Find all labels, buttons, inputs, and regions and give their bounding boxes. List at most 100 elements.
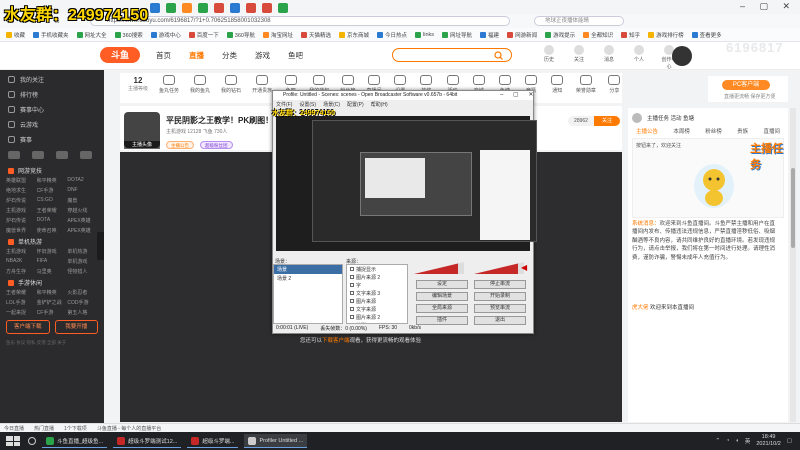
taskbar-app[interactable]: 超级斗罗端... xyxy=(187,434,239,448)
bookmark-item[interactable]: 游戏中心 xyxy=(150,31,181,39)
browser-tab-8[interactable] xyxy=(278,3,288,13)
pc-client-button[interactable]: PC客户端 xyxy=(722,80,770,90)
bookmark-item[interactable]: 网址导航 xyxy=(442,31,472,39)
bookmark-item[interactable]: 全都知识 xyxy=(583,31,613,39)
source-checkbox[interactable] xyxy=(350,291,354,295)
sidebar-section-title[interactable]: 单机热游 xyxy=(0,234,104,248)
bookmark-item[interactable]: links xyxy=(415,31,434,38)
browser-tab-2[interactable] xyxy=(182,3,192,13)
sidebar-item[interactable]: 赛事中心 xyxy=(0,102,104,117)
obs-menu-item[interactable]: 设置(S) xyxy=(299,101,316,108)
obs-button[interactable]: 全局来源 xyxy=(416,304,468,313)
bookmark-item[interactable]: 百度一下 xyxy=(188,31,219,39)
source-item[interactable]: 捕捉显示 xyxy=(347,265,407,273)
clock[interactable]: 18:49 2021/10/2 xyxy=(756,434,780,448)
scene-item[interactable]: 场景 2 xyxy=(274,274,342,283)
sidebar-category-link[interactable]: DOTA2 xyxy=(67,177,98,184)
header-icon-item[interactable]: 消息 xyxy=(600,45,618,70)
source-item[interactable]: 检测 xyxy=(347,321,407,324)
sidebar-category-link[interactable]: 第五人格 xyxy=(67,309,98,316)
sidebar-category-link[interactable]: 主机游戏 xyxy=(6,207,37,214)
bookmark-item[interactable]: 游戏排行榜 xyxy=(648,31,684,39)
source-item[interactable]: 图片来源 2 xyxy=(347,273,407,281)
sidebar-category-link[interactable]: 魔兽世界 xyxy=(6,227,37,234)
sidebar-category-link[interactable]: 一起来捉 xyxy=(6,309,37,316)
toolbar-item[interactable]: 开通贵族 xyxy=(252,73,272,94)
page-scrollbar[interactable] xyxy=(790,108,796,422)
sidebar-category-link[interactable]: 英雄联盟 xyxy=(6,177,37,184)
browser-tab-0[interactable] xyxy=(150,3,160,13)
bookmark-item[interactable]: 天猫精选 xyxy=(300,31,331,39)
sidebar-category-link[interactable]: 魔兽 xyxy=(67,197,98,204)
sidebar-category-link[interactable]: 怪物猎人 xyxy=(67,268,98,275)
browser-search-field[interactable]: 地球正夜播体能睛 xyxy=(534,16,624,26)
nav-item[interactable]: 首页 xyxy=(156,50,171,61)
toolbar-item[interactable]: 我的鱼丸 xyxy=(190,73,210,94)
sidebar-category-link[interactable]: 火影忍者 xyxy=(67,289,98,296)
sidebar-category-link[interactable]: APEX英雄 xyxy=(67,217,98,224)
sidebar-category-link[interactable]: 王者荣耀 xyxy=(6,289,37,296)
download-client-button[interactable]: 客户端下载 xyxy=(6,320,50,334)
statusbar-item[interactable]: 热门直播 xyxy=(34,425,54,432)
sidebar-category-link[interactable]: DOTA xyxy=(37,217,68,224)
taskbar-app[interactable]: 超级斗罗端测试12... xyxy=(113,434,182,448)
source-checkbox[interactable] xyxy=(350,283,354,287)
bookmark-item[interactable]: 网址大全 xyxy=(76,31,107,39)
header-icon-item[interactable]: 历史 xyxy=(540,45,558,70)
sidebar-category-link[interactable]: 单机游戏 xyxy=(67,258,98,265)
sidebar-category-link[interactable]: 怀旧游戏 xyxy=(37,248,68,255)
obs-menu-item[interactable]: 配置(P) xyxy=(347,101,364,108)
sidebar-section-title[interactable]: 网游竞技 xyxy=(0,163,104,177)
start-button-icon[interactable] xyxy=(6,436,20,446)
scenes-list[interactable]: 场景 场景 2 xyxy=(273,264,343,324)
notice-tag[interactable]: 主播公告 xyxy=(166,141,194,149)
sidebar-category-link[interactable]: 炉石传说 xyxy=(6,197,37,204)
bookmark-item[interactable]: 淘宝网址 xyxy=(262,31,293,39)
taskbar-search-icon[interactable] xyxy=(28,437,36,445)
obs-button[interactable]: 退出 xyxy=(474,316,526,325)
sidebar-category-link[interactable]: FIFA xyxy=(37,258,68,265)
right-panel-tab[interactable]: 本周榜 xyxy=(673,127,690,137)
browser-tab-1[interactable] xyxy=(166,3,176,13)
sidebar-category-link[interactable]: 马里奥 xyxy=(37,268,68,275)
header-icon-item[interactable]: 关注 xyxy=(570,45,588,70)
sidebar-category-link[interactable]: 和平精英 xyxy=(37,289,68,296)
sidebar-category-link[interactable]: LOL手游 xyxy=(6,299,37,306)
right-panel-tab[interactable]: 直播间 xyxy=(763,127,780,137)
obs-window-controls[interactable]: – ▢ ✕ xyxy=(500,91,537,98)
sidebar-category-link[interactable]: 穿越火线 xyxy=(67,207,98,214)
sidebar-category-link[interactable]: 绝地求生 xyxy=(6,187,37,194)
right-panel-tab[interactable]: 主播公告 xyxy=(636,127,658,137)
source-item[interactable]: 图片来源 2 xyxy=(347,313,407,321)
sidebar-item[interactable]: 我的关注 xyxy=(0,72,104,87)
mic-volume-meter[interactable] xyxy=(414,262,464,274)
toolbar-item[interactable]: 荣誉勋章 xyxy=(576,73,596,94)
right-panel-tab[interactable]: 粉丝榜 xyxy=(705,127,722,137)
sidebar-footer[interactable]: 鱼乐 协议 隐私 反馈 全部 关于 xyxy=(0,338,104,348)
sidebar-category-link[interactable]: 方舟生存 xyxy=(6,268,37,275)
obs-button[interactable]: 停止串流 xyxy=(474,280,526,289)
source-item[interactable]: 文字来源 3 xyxy=(347,289,407,297)
sidebar-game-icons[interactable] xyxy=(0,147,104,163)
bookmark-item[interactable]: 知乎 xyxy=(621,31,640,39)
bookmark-item[interactable]: 360搜索 xyxy=(114,31,143,39)
obs-button[interactable]: 插件 xyxy=(416,316,468,325)
sidebar-item[interactable]: 赛事 xyxy=(0,132,104,147)
douyu-logo[interactable]: 斗鱼 xyxy=(100,47,140,63)
sidebar-category-link[interactable]: 主机游戏 xyxy=(6,248,37,255)
sidebar-category-link[interactable]: APEX英雄 xyxy=(67,227,98,234)
nav-item[interactable]: 分类 xyxy=(222,50,237,61)
sidebar-category-link[interactable]: CF手游 xyxy=(37,187,68,194)
right-panel-tab[interactable]: 贵族 xyxy=(737,127,748,137)
source-checkbox[interactable] xyxy=(350,307,354,311)
notification-icon[interactable]: ▢ xyxy=(787,438,792,444)
nav-item[interactable]: 游戏 xyxy=(255,50,270,61)
toolbar-item[interactable]: 分享 xyxy=(607,73,622,94)
sidebar-category-link[interactable]: NBA2K xyxy=(6,258,37,265)
source-checkbox[interactable] xyxy=(350,275,354,279)
sidebar-category-link[interactable]: CF手游 xyxy=(37,309,68,316)
source-checkbox[interactable] xyxy=(350,323,354,324)
scene-item[interactable]: 场景 xyxy=(274,265,342,274)
search-icon[interactable] xyxy=(492,50,506,60)
bookmark-item[interactable]: 360导航 xyxy=(226,31,255,39)
